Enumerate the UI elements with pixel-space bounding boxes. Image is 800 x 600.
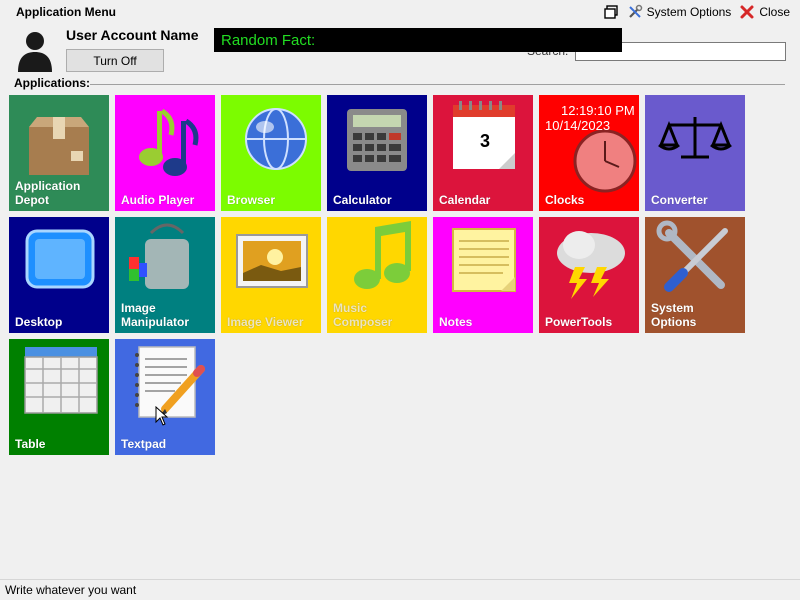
tile-table[interactable]: Table (9, 339, 109, 455)
applications-heading: Applications: (14, 76, 91, 90)
close-icon (740, 5, 754, 19)
tile-label: Clocks (545, 193, 585, 207)
mouse-cursor-icon (155, 406, 169, 426)
restore-button[interactable] (603, 4, 619, 20)
tile-label: PowerTools (545, 315, 613, 329)
window-controls: System Options Close (603, 4, 790, 20)
status-bar: Write whatever you want (0, 579, 800, 600)
tools-icon (628, 4, 642, 18)
tile-converter[interactable]: Converter (645, 95, 745, 211)
status-text: Write whatever you want (5, 583, 137, 597)
tile-image-manipulator[interactable]: Image Manipulator (115, 217, 215, 333)
tile-clocks[interactable]: 12:19:10 PM 10/14/2023 Clocks (539, 95, 639, 211)
restore-icon (603, 5, 618, 19)
calendar-day-number: 3 (480, 131, 490, 151)
tile-label: System Options (651, 301, 697, 329)
system-options-button[interactable]: System Options (627, 4, 732, 20)
account-name: User Account Name (66, 27, 199, 43)
tile-textpad[interactable]: Textpad (115, 339, 215, 455)
clock-time: 12:19:10 PM (561, 103, 635, 118)
random-fact-bar: Random Fact: (214, 28, 622, 52)
tile-label: Calendar (439, 193, 491, 207)
tile-system-options[interactable]: System Options (645, 217, 745, 333)
close-label: Close (759, 5, 790, 19)
tile-application-depot[interactable]: Application Depot (9, 95, 109, 211)
tile-label: Desktop (15, 315, 63, 329)
tile-desktop[interactable]: Desktop (9, 217, 109, 333)
tile-browser[interactable]: Browser (221, 95, 321, 211)
tile-powertools[interactable]: PowerTools (539, 217, 639, 333)
tile-label: Browser (227, 193, 276, 207)
tile-label: Textpad (121, 437, 167, 451)
tile-music-composer[interactable]: Music Composer (327, 217, 427, 333)
random-fact-label: Random Fact: (221, 32, 316, 49)
clock-date: 10/14/2023 (545, 118, 611, 133)
tile-label: Music Composer (333, 301, 393, 329)
tile-notes[interactable]: Notes (433, 217, 533, 333)
close-button[interactable]: Close (739, 4, 790, 20)
tile-label: Audio Player (121, 193, 195, 207)
tile-label: Calculator (333, 193, 392, 207)
tile-label: Image Viewer (227, 315, 304, 329)
window-title: Application Menu (16, 5, 116, 19)
tile-label: Notes (439, 315, 473, 329)
applications-divider (90, 84, 785, 85)
tile-label: Image Manipulator (121, 301, 189, 329)
turn-off-button[interactable]: Turn Off (66, 49, 164, 72)
tile-calculator[interactable]: Calculator (327, 95, 427, 211)
tile-label: Table (15, 437, 46, 451)
tile-calendar[interactable]: 3 Calendar (433, 95, 533, 211)
tile-label: Converter (651, 193, 708, 207)
system-options-label: System Options (646, 5, 732, 19)
tile-audio-player[interactable]: Audio Player (115, 95, 215, 211)
user-avatar-icon (18, 32, 52, 72)
clock-readout: 12:19:10 PM 10/14/2023 (545, 103, 635, 133)
tile-label: Application Depot (15, 179, 81, 207)
tile-image-viewer[interactable]: Image Viewer (221, 217, 321, 333)
